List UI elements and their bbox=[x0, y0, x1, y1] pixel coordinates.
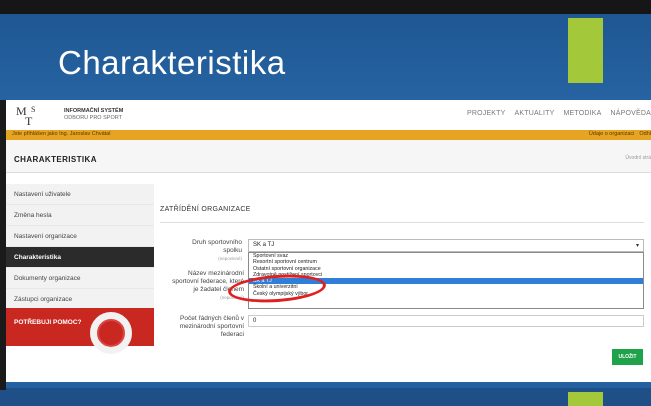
nav-projekty[interactable]: PROJEKTY bbox=[467, 110, 506, 117]
window-top-bar bbox=[0, 0, 651, 14]
page-title: CHARAKTERISTIKA bbox=[14, 155, 97, 164]
field-label-sport-type: Druh sportovního spolku (nepovinné) bbox=[176, 239, 242, 263]
sport-type-select[interactable]: SK a TJ ▾ bbox=[248, 239, 644, 252]
member-count-input[interactable]: 0 bbox=[248, 315, 644, 327]
logo-line-2: ODBORU PRO SPORT bbox=[64, 115, 122, 121]
presentation-slide: Charakteristika M T S INFORMAČNÍ SYSTÉM … bbox=[0, 0, 651, 406]
accent-block-bottom bbox=[568, 392, 603, 406]
lifebuoy-icon bbox=[90, 312, 132, 354]
sport-type-select-value: SK a TJ bbox=[253, 242, 275, 248]
sidebar-item-charakteristika[interactable]: Charakteristika bbox=[6, 247, 154, 268]
svg-text:S: S bbox=[31, 105, 35, 114]
field-hint-sport-type: (nepovinné) bbox=[218, 256, 242, 261]
logged-in-user: Jste přihlášen jako Ing. Jaroslav Chváta… bbox=[12, 131, 111, 137]
member-count-value: 0 bbox=[253, 318, 257, 324]
sidebar-item-organization-settings[interactable]: Nastavení organizace bbox=[6, 226, 154, 247]
nav-napoveda[interactable]: NÁPOVĚDA bbox=[611, 110, 651, 117]
field-label-member-count-text: Počet řádných členů v mezinárodní sporto… bbox=[179, 315, 244, 338]
help-button[interactable]: POTŘEBUJI POMOC? bbox=[6, 308, 154, 354]
section-title: ZATŘÍDĚNÍ ORGANIZACE bbox=[160, 206, 251, 213]
logout-link[interactable]: Odhl bbox=[639, 131, 651, 137]
sidebar-item-user-settings[interactable]: Nastavení uživatele bbox=[6, 184, 154, 205]
next-slide-strip bbox=[0, 388, 651, 406]
sidebar-item-representatives[interactable]: Zástupci organizace bbox=[6, 289, 154, 310]
organization-info-link[interactable]: Údaje o organizaci bbox=[589, 131, 635, 137]
user-bar: Jste přihlášen jako Ing. Jaroslav Chváta… bbox=[6, 130, 651, 140]
sidebar-item-password[interactable]: Změna hesla bbox=[6, 205, 154, 226]
site-header: M T S INFORMAČNÍ SYSTÉM ODBORU PRO SPORT… bbox=[6, 100, 651, 130]
top-navigation: PROJEKTY AKTUALITY METODIKA NÁPOVĚDA bbox=[467, 110, 651, 117]
sidebar: Nastavení uživatele Změna hesla Nastaven… bbox=[6, 184, 154, 310]
help-label: POTŘEBUJI POMOC? bbox=[14, 319, 82, 326]
logo-line-1: INFORMAČNÍ SYSTÉM bbox=[64, 108, 124, 114]
nav-metodika[interactable]: METODIKA bbox=[563, 110, 601, 117]
field-label-member-count: Počet řádných členů v mezinárodní sporto… bbox=[170, 315, 244, 339]
slide-title: Charakteristika bbox=[58, 44, 286, 81]
accent-block bbox=[568, 18, 603, 83]
breadcrumb[interactable]: Úvodní strá bbox=[625, 155, 651, 161]
user-links: Údaje o organizaci Odhl bbox=[589, 131, 651, 137]
field-label-sport-type-text: Druh sportovního spolku bbox=[192, 239, 242, 254]
section-divider bbox=[160, 222, 644, 223]
msmt-logo: M T S bbox=[16, 104, 35, 126]
svg-text:T: T bbox=[25, 114, 33, 126]
sidebar-item-documents[interactable]: Dokumenty organizace bbox=[6, 268, 154, 289]
chevron-down-icon: ▾ bbox=[635, 243, 639, 249]
nav-aktuality[interactable]: AKTUALITY bbox=[515, 110, 555, 117]
save-button[interactable]: ULOŽIT bbox=[612, 349, 643, 365]
page-header: CHARAKTERISTIKA Úvodní strá bbox=[6, 140, 651, 173]
